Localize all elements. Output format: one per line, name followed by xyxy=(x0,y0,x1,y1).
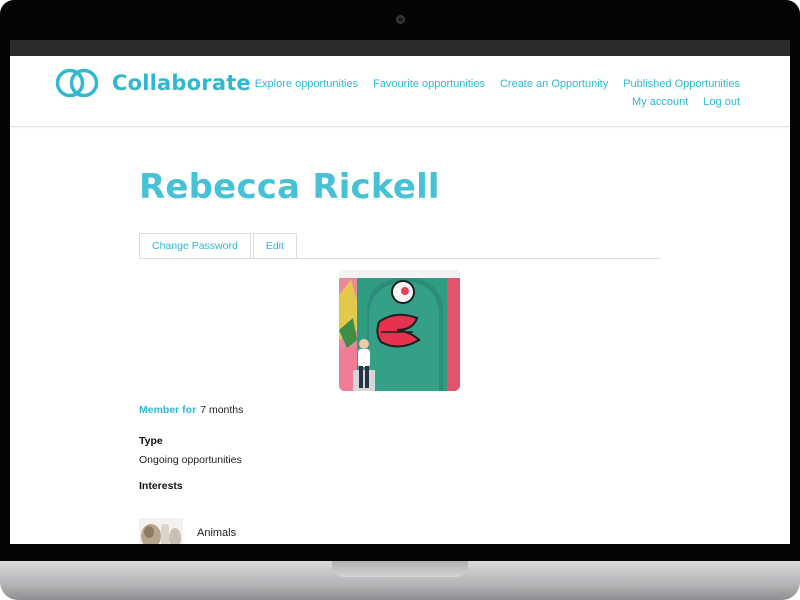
member-for-label: Member for xyxy=(139,404,197,416)
laptop-lid-notch xyxy=(332,561,468,577)
tab-edit[interactable]: Edit xyxy=(252,233,297,258)
interest-label: Animals xyxy=(197,527,237,539)
nav-published-opportunities[interactable]: Published Opportunities xyxy=(623,78,740,90)
laptop-bezel-right xyxy=(790,40,800,544)
interest-thumbnail xyxy=(139,518,183,544)
two-rings-logo-icon xyxy=(55,68,99,98)
interests-label: Interests xyxy=(139,480,183,492)
nav-favourite-opportunities[interactable]: Favourite opportunities xyxy=(373,78,485,90)
laptop-bezel-left xyxy=(0,40,10,544)
type-value: Ongoing opportunities xyxy=(139,454,242,466)
brand-name: Collaborate xyxy=(112,71,251,95)
profile-tabs: Change Password Edit xyxy=(139,233,660,259)
nav-log-out[interactable]: Log out xyxy=(703,96,740,108)
site-header: Collaborate Explore opportunities Favour… xyxy=(10,56,790,127)
animals-photo-icon xyxy=(139,518,183,544)
screen: Collaborate Explore opportunities Favour… xyxy=(10,56,790,544)
nav-explore-opportunities[interactable]: Explore opportunities xyxy=(255,78,358,90)
list-item[interactable]: Animals xyxy=(139,518,236,544)
profile-photo xyxy=(339,270,460,391)
webcam-icon xyxy=(396,15,405,24)
nav-my-account[interactable]: My account xyxy=(632,96,688,108)
nav-row-secondary: My account Log out xyxy=(255,96,740,108)
nav-create-opportunity[interactable]: Create an Opportunity xyxy=(500,78,608,90)
main-nav: Explore opportunities Favourite opportun… xyxy=(255,78,740,114)
profile-avatar xyxy=(339,270,460,391)
tab-change-password[interactable]: Change Password xyxy=(139,233,251,258)
member-for-value: 7 months xyxy=(200,404,244,416)
laptop-bezel-top xyxy=(0,0,800,40)
browser-chrome-strip xyxy=(10,40,790,56)
brand-logo[interactable]: Collaborate xyxy=(54,67,251,99)
member-duration: Member for 7 months xyxy=(139,404,243,416)
laptop-base xyxy=(0,561,800,600)
type-label: Type xyxy=(139,435,163,447)
nav-row-primary: Explore opportunities Favourite opportun… xyxy=(255,78,740,90)
laptop-bezel-bottom xyxy=(0,544,800,561)
page-title: Rebecca Rickell xyxy=(139,167,440,207)
